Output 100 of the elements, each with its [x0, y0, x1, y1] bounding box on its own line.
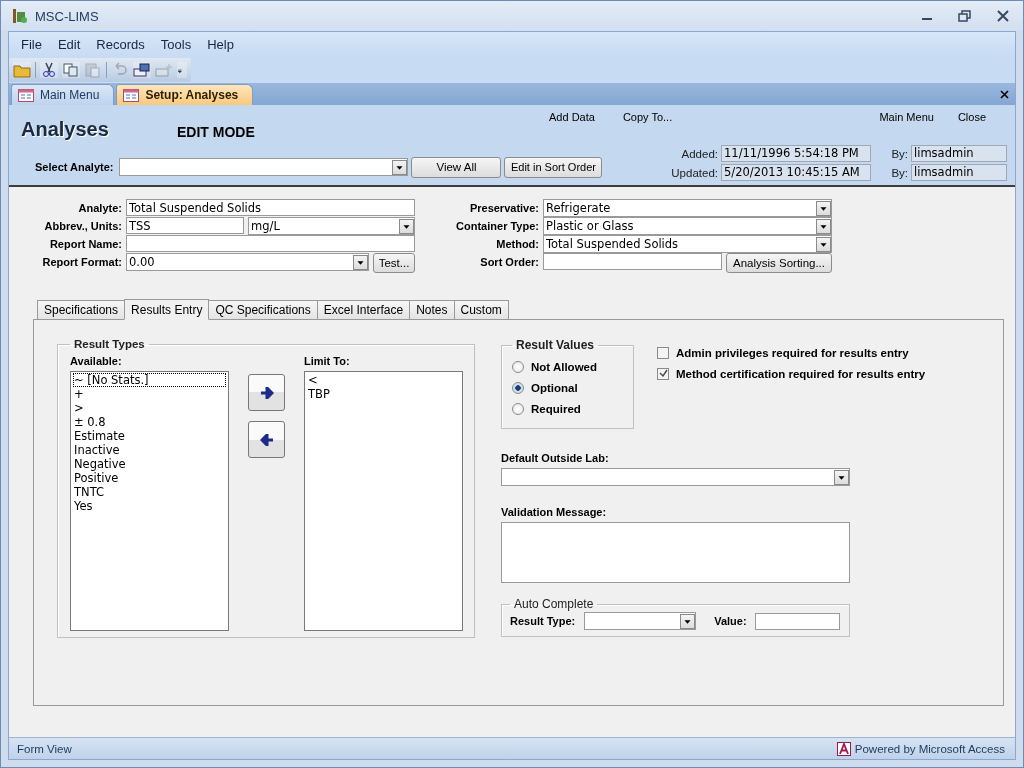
text-field[interactable]: [754, 612, 840, 630]
radio-button[interactable]: [512, 381, 524, 394]
combo-box[interactable]: Total Suspended Solids: [543, 235, 832, 253]
group-title: Auto Complete: [513, 597, 595, 611]
field-label: Preservative:: [468, 201, 539, 216]
tab[interactable]: Custom: [453, 300, 509, 319]
message-field[interactable]: [501, 522, 850, 583]
document-tab[interactable]: Main Menu: [11, 84, 115, 105]
field-label: Validation Message:: [501, 506, 608, 518]
header-link[interactable]: Close: [957, 111, 986, 123]
list-item[interactable]: ~ [No Stats.]: [73, 373, 226, 387]
radio-button[interactable]: [512, 360, 524, 373]
sorting-button[interactable]: Analysis Sorting...: [726, 253, 832, 273]
text-field[interactable]: [543, 253, 722, 270]
date-field: 5/20/2013 10:45:15 AM: [721, 164, 871, 181]
header-link[interactable]: Add Data: [549, 111, 595, 123]
field-label: Default Outside Lab:: [501, 452, 610, 464]
form-icon: [123, 88, 140, 102]
checkbox[interactable]: [657, 367, 669, 380]
tab[interactable]: QC Specifications: [208, 300, 318, 319]
list-item[interactable]: Yes: [73, 499, 226, 513]
remove-button[interactable]: [248, 421, 285, 458]
text-field[interactable]: Total Suspended Solids: [126, 199, 415, 216]
left-arrow-icon: [259, 433, 274, 446]
view-all-button[interactable]: View All: [411, 156, 502, 178]
app-icon: [11, 8, 29, 24]
radio-label: Not Allowed: [531, 360, 597, 373]
list-item[interactable]: Inactive: [73, 443, 226, 457]
field-label: By:: [890, 147, 908, 160]
radio-label: Optional: [531, 381, 578, 394]
radio-label: Required: [531, 402, 581, 415]
document-tab[interactable]: Setup: Analyses: [116, 84, 254, 105]
access-logo-icon: [836, 741, 851, 756]
list-item[interactable]: ± 0.8: [73, 415, 226, 429]
field-label: Sort Order:: [479, 255, 539, 270]
list-item[interactable]: <: [307, 373, 460, 387]
field-label: Report Name:: [48, 237, 122, 252]
status-text: Powered by Microsoft Access: [854, 742, 1005, 755]
menu-item[interactable]: File: [15, 35, 48, 54]
field-label: Added:: [680, 147, 718, 160]
list-item[interactable]: Positive: [73, 471, 226, 485]
field-label: Result Type:: [510, 615, 576, 627]
field-label: Select Analyte:: [35, 161, 114, 173]
list-item[interactable]: +: [73, 387, 226, 401]
copy-icon[interactable]: [62, 62, 80, 78]
date-field: 11/11/1996 5:54:18 PM: [721, 145, 871, 162]
right-arrow-icon: [259, 386, 274, 399]
menu-item[interactable]: Edit: [51, 35, 87, 54]
text-field[interactable]: TSS: [126, 217, 244, 234]
header-link[interactable]: Main Menu: [879, 111, 934, 123]
list-item[interactable]: TNTC: [73, 485, 226, 499]
list-box[interactable]: < TBP: [304, 371, 463, 631]
tab[interactable]: Excel Interface: [316, 300, 411, 319]
group-title: Result Types: [73, 338, 146, 350]
field-label: Updated:: [671, 166, 718, 179]
list-label: Limit To:: [304, 355, 350, 367]
combo-box[interactable]: 0.00: [126, 253, 369, 271]
close-icon[interactable]: [1000, 90, 1009, 99]
menu-item[interactable]: Records: [90, 35, 151, 54]
tab[interactable]: Notes: [409, 300, 455, 319]
field-label: Value:: [714, 615, 747, 627]
status-text: Form View: [17, 742, 72, 755]
sort-order-button[interactable]: Edit in Sort Order: [504, 156, 603, 178]
field-label: Report Format:: [41, 255, 122, 270]
list-item[interactable]: Estimate: [73, 429, 226, 443]
list-box[interactable]: ~ [No Stats.] + > ± 0.8 Estimate Inactive Negative Positive TNTC Yes: [70, 371, 229, 631]
list-item[interactable]: TBP: [307, 387, 460, 401]
field-label: Analyte:: [77, 201, 122, 216]
field-label: Method:: [495, 237, 539, 252]
field-label: Abbrev., Units:: [43, 219, 122, 234]
window-title: MSC-LIMS: [35, 8, 100, 24]
test-button[interactable]: Test...: [373, 253, 415, 273]
user-field: limsadmin: [911, 164, 1007, 181]
list-item[interactable]: Negative: [73, 457, 226, 471]
list-item[interactable]: >: [73, 401, 226, 415]
radio-button[interactable]: [512, 402, 524, 415]
scissors-icon[interactable]: [40, 62, 58, 78]
checkbox-label: Method certification required for results entry: [676, 367, 926, 380]
tab[interactable]: Results Entry: [124, 299, 210, 320]
tab[interactable]: Specifications: [37, 300, 126, 319]
text-field[interactable]: [126, 235, 415, 252]
header-link[interactable]: Copy To...: [622, 111, 673, 123]
group-title: Result Values: [515, 338, 596, 352]
menu-item[interactable]: Tools: [154, 35, 198, 54]
combo-box[interactable]: mg/L: [248, 217, 415, 235]
list-label: Available:: [70, 355, 122, 367]
user-field: limsadmin: [911, 145, 1007, 162]
checkbox-label: Admin privileges required for results entry: [676, 346, 909, 359]
combo-box[interactable]: Plastic or Glass: [543, 217, 832, 235]
combo-box[interactable]: Refrigerate: [543, 199, 832, 217]
folder-icon[interactable]: [13, 62, 31, 78]
menu-item[interactable]: Help: [201, 35, 240, 54]
field-label: By:: [890, 166, 908, 179]
form-icon: [18, 88, 34, 102]
check-icon: [658, 369, 668, 378]
mode-label: EDIT MODE: [177, 124, 256, 140]
checkbox[interactable]: [657, 346, 669, 359]
field-label: Container Type:: [455, 219, 539, 234]
form-icon[interactable]: [133, 62, 151, 78]
add-button[interactable]: [248, 374, 285, 411]
